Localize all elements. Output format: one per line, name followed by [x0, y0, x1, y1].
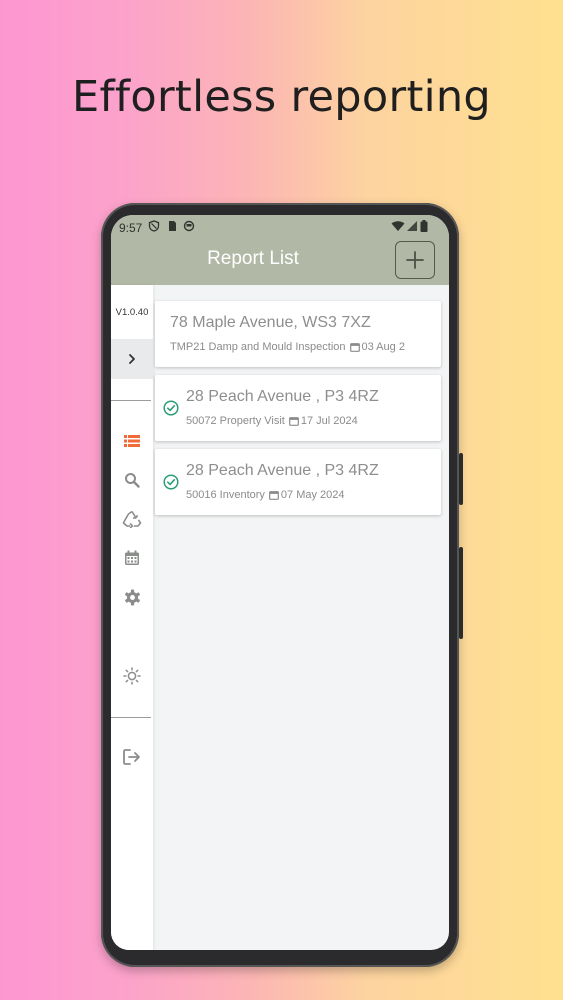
- search-icon: [125, 473, 140, 488]
- report-type: Inventory: [219, 489, 265, 501]
- sidebar-item-settings[interactable]: [122, 587, 142, 607]
- sidebar-item-calendar[interactable]: [122, 548, 142, 568]
- sidebar-divider-bottom: [111, 717, 151, 718]
- volume-button: [459, 453, 463, 505]
- report-type: Property Visit: [219, 415, 285, 427]
- report-card[interactable]: 78 Maple Avenue, WS3 7XZ TMP21 Damp and …: [155, 301, 441, 367]
- sidebar-item-theme[interactable]: [122, 666, 142, 686]
- sidebar-item-search[interactable]: [122, 470, 142, 490]
- shield-icon: [148, 220, 160, 232]
- report-ref: TMP21: [170, 341, 206, 353]
- sidebar-item-logout[interactable]: [122, 747, 142, 767]
- report-date: 03 Aug 2: [361, 341, 405, 353]
- report-address: 28 Peach Avenue , P3 4RZ: [186, 462, 379, 479]
- sidebar: V1.0.40: [111, 285, 153, 950]
- app-notification-icon: [183, 220, 195, 232]
- expand-sidebar-button[interactable]: [111, 339, 153, 379]
- chevron-right-icon: [129, 354, 135, 364]
- status-time: 9:57: [119, 221, 143, 235]
- list-icon: [124, 435, 140, 447]
- sidebar-item-list[interactable]: [122, 431, 142, 451]
- page-title: Report List: [207, 248, 299, 269]
- report-address: 78 Maple Avenue, WS3 7XZ: [170, 314, 371, 331]
- report-card[interactable]: 28 Peach Avenue , P3 4RZ 50016 Inventory…: [155, 449, 441, 515]
- app-screen: 9:57 Report List V1.0.40 78 Maple Avenue…: [111, 215, 449, 950]
- calendar-icon: [269, 491, 279, 500]
- recycle-icon: [122, 510, 142, 528]
- calendar-icon: [288, 417, 299, 426]
- app-header: 9:57 Report List: [111, 215, 449, 285]
- sim-card-icon: [169, 221, 176, 231]
- sidebar-item-recycle[interactable]: [122, 509, 142, 529]
- signal-icon: [407, 221, 417, 231]
- add-report-button[interactable]: [395, 241, 435, 279]
- report-date: 07 May 2024: [280, 489, 345, 501]
- report-ref: 50016: [186, 489, 217, 501]
- sidebar-divider: [111, 400, 151, 401]
- brightness-icon: [123, 667, 141, 685]
- report-meta: 50072 Property Visit 17 Jul 2024: [186, 415, 358, 427]
- check-circle-icon: [163, 474, 179, 490]
- power-button: [459, 547, 463, 639]
- plus-icon: [406, 251, 424, 269]
- report-card[interactable]: 28 Peach Avenue , P3 4RZ 50072 Property …: [155, 375, 441, 441]
- report-date: 17 Jul 2024: [300, 415, 358, 427]
- report-meta: TMP21 Damp and Mould Inspection 03 Aug 2: [170, 341, 405, 353]
- report-meta: 50016 Inventory 07 May 2024: [186, 489, 345, 501]
- calendar-icon: [125, 550, 139, 565]
- logout-icon: [123, 749, 140, 765]
- phone-frame: 9:57 Report List V1.0.40 78 Maple Avenue…: [101, 203, 463, 967]
- version-label: V1.0.40: [115, 307, 149, 318]
- check-circle-icon: [163, 400, 179, 416]
- report-type: Damp and Mould Inspection: [208, 341, 346, 353]
- status-bar: 9:57: [111, 215, 449, 239]
- report-ref: 50072: [186, 415, 217, 427]
- calendar-icon: [349, 343, 360, 352]
- headline: Effortless reporting: [72, 72, 491, 122]
- battery-icon: [420, 220, 428, 232]
- wifi-icon: [391, 221, 405, 231]
- report-address: 28 Peach Avenue , P3 4RZ: [186, 388, 379, 405]
- gear-icon: [124, 589, 140, 605]
